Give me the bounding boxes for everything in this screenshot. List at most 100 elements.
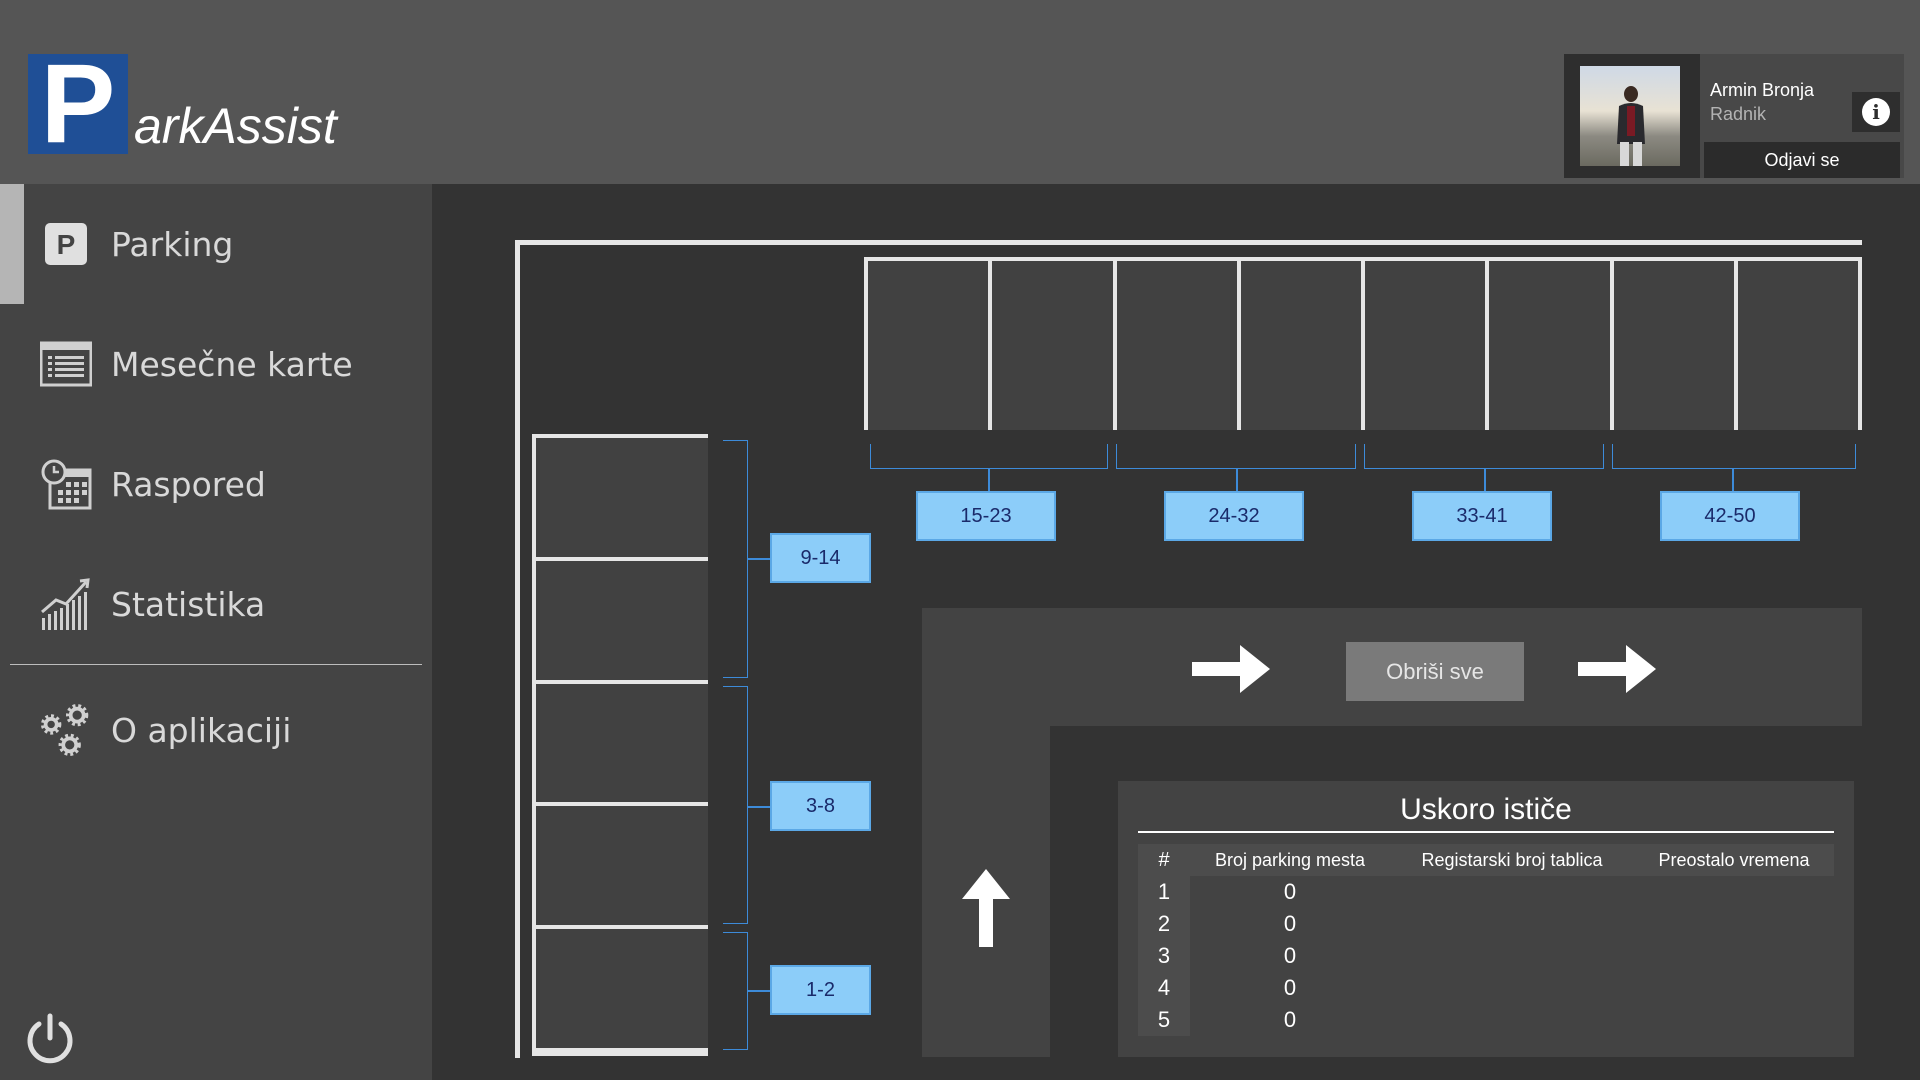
table-row[interactable]: 4 0 <box>1138 972 1834 1004</box>
range-bracket-stem <box>748 806 772 808</box>
cell-spot: 0 <box>1283 879 1297 904</box>
cell-remaining <box>1634 1004 1834 1036</box>
parking-spot[interactable] <box>536 684 708 807</box>
header: P arkAssist Armin Bronja Radnik i Odjavi… <box>0 0 1920 184</box>
logout-button[interactable]: Odjavi se <box>1704 142 1900 178</box>
range-bracket <box>870 444 1108 469</box>
sidebar: P Parking Mesečne karte Raspored Statist… <box>0 184 432 1080</box>
cell-plate <box>1390 876 1634 908</box>
expiring-soon-panel: Uskoro ističe # Broj parking mesta Regis… <box>1118 781 1854 1057</box>
info-icon: i <box>1862 98 1890 126</box>
range-bracket <box>723 686 748 924</box>
active-nav-marker <box>0 184 24 304</box>
arrow-up-icon <box>962 869 1010 947</box>
arrow-right-icon <box>1192 645 1270 693</box>
user-photo-frame <box>1564 54 1700 178</box>
range-label-33-41[interactable]: 33-41 <box>1412 491 1552 541</box>
range-bracket <box>1612 444 1856 469</box>
sidebar-item-label: Parking <box>111 224 234 264</box>
table-row[interactable]: 5 0 <box>1138 1004 1834 1036</box>
cell-remaining <box>1634 908 1834 940</box>
sidebar-item-label: Mesečne karte <box>111 344 353 384</box>
range-bracket <box>1116 444 1356 469</box>
parking-spot[interactable] <box>1614 261 1738 430</box>
sidebar-item-schedule[interactable]: Raspored <box>40 452 420 516</box>
parking-icon: P <box>40 218 92 270</box>
table-header: # Broj parking mesta Registarski broj ta… <box>1138 844 1834 876</box>
range-label-1-2[interactable]: 1-2 <box>770 965 871 1015</box>
range-label-15-23[interactable]: 15-23 <box>916 491 1056 541</box>
column-header-plate: Registarski broj tablica <box>1421 850 1603 870</box>
range-label-42-50[interactable]: 42-50 <box>1660 491 1800 541</box>
sidebar-item-label: Statistika <box>111 584 266 624</box>
cell-plate <box>1390 908 1634 940</box>
row-number: 4 <box>1138 972 1190 1004</box>
cell-plate <box>1390 972 1634 1004</box>
range-bracket <box>1364 444 1604 469</box>
power-icon[interactable] <box>22 1010 78 1066</box>
app-logo: P <box>28 41 128 166</box>
cell-remaining <box>1634 876 1834 908</box>
cell-remaining <box>1634 972 1834 1004</box>
cell-remaining <box>1634 940 1834 972</box>
parking-spot[interactable] <box>536 929 708 1052</box>
sidebar-item-parking[interactable]: P Parking <box>40 212 420 276</box>
parking-spot[interactable] <box>992 261 1117 430</box>
cell-spot: 0 <box>1283 911 1297 936</box>
range-bracket-stem <box>988 469 990 493</box>
table-row[interactable]: 2 0 <box>1138 908 1834 940</box>
sidebar-item-label: O aplikaciji <box>111 710 292 750</box>
info-button[interactable]: i <box>1852 92 1900 132</box>
table-row[interactable]: 1 0 <box>1138 876 1834 908</box>
sidebar-item-about[interactable]: O aplikaciji <box>40 698 420 762</box>
logo-letter: P <box>40 41 116 166</box>
parking-spot[interactable] <box>1117 261 1241 430</box>
cell-plate <box>1390 940 1634 972</box>
row-number: 1 <box>1138 876 1190 908</box>
cell-spot: 0 <box>1283 975 1297 1000</box>
parking-spot[interactable] <box>1489 261 1614 430</box>
expiring-title: Uskoro ističe <box>1400 793 1572 826</box>
sidebar-item-label: Raspored <box>111 464 266 504</box>
column-header-number: # <box>1158 849 1170 871</box>
clear-all-button[interactable]: Obriši sve <box>1346 642 1524 701</box>
title-underline <box>1138 831 1834 833</box>
parking-spot[interactable] <box>868 261 993 430</box>
arrow-right-icon <box>1578 645 1656 693</box>
range-bracket-stem <box>1484 469 1486 493</box>
parking-spot[interactable] <box>1738 261 1858 430</box>
calendar-clock-icon <box>40 458 92 510</box>
left-parking-column <box>532 434 708 1056</box>
table-row[interactable]: 3 0 <box>1138 940 1834 972</box>
range-label-24-32[interactable]: 24-32 <box>1164 491 1304 541</box>
range-label-3-8[interactable]: 3-8 <box>770 781 871 831</box>
avatar-person-illustration <box>1617 86 1645 166</box>
driveway-vertical <box>922 608 1050 1057</box>
top-parking-row <box>864 257 1862 430</box>
column-header-remaining: Preostalo vremena <box>1658 850 1810 870</box>
range-bracket <box>723 932 748 1050</box>
parking-spot[interactable] <box>536 806 708 930</box>
list-icon <box>40 338 92 390</box>
column-header-spot: Broj parking mesta <box>1214 850 1366 870</box>
cell-spot: 0 <box>1283 1007 1297 1032</box>
parking-spot[interactable] <box>1241 261 1365 430</box>
lot-wall-top <box>515 240 1862 245</box>
expiring-table: # Broj parking mesta Registarski broj ta… <box>1138 844 1834 1036</box>
row-number: 2 <box>1138 908 1190 940</box>
sidebar-item-statistics[interactable]: Statistika <box>40 572 420 636</box>
range-bracket-stem <box>748 990 772 992</box>
parking-spot[interactable] <box>536 438 708 561</box>
parking-spot[interactable] <box>536 561 708 684</box>
user-role: Radnik <box>1710 104 1767 124</box>
range-bracket-stem <box>748 558 772 560</box>
parking-spot[interactable] <box>1365 261 1490 430</box>
sidebar-divider <box>10 664 422 665</box>
chart-icon <box>40 578 92 630</box>
svg-text:P: P <box>57 229 76 260</box>
gears-icon <box>40 704 92 756</box>
user-name: Armin Bronja <box>1710 80 1815 100</box>
sidebar-item-monthly-tickets[interactable]: Mesečne karte <box>40 332 420 396</box>
range-bracket-stem <box>1236 469 1238 493</box>
range-label-9-14[interactable]: 9-14 <box>770 533 871 583</box>
